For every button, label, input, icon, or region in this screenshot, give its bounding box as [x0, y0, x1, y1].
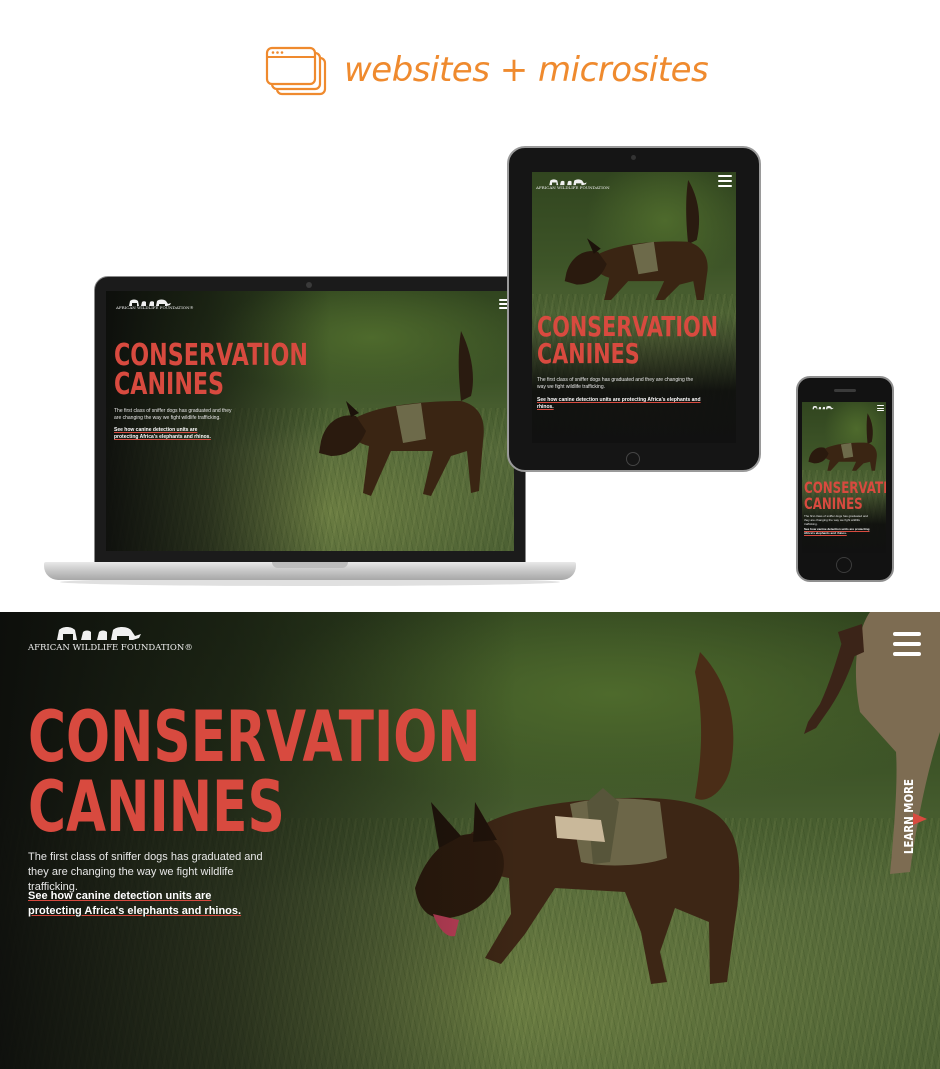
section-title: websites + microsites	[344, 50, 709, 90]
elephant-family-icon	[57, 627, 141, 640]
tablet-screen: AFRICAN WILDLIFE FOUNDATION CONSERVATION…	[532, 172, 736, 443]
headline-line1: CONSERVATION	[537, 310, 719, 343]
headline-line2: CANINES	[804, 493, 863, 513]
hero-description: The first class of sniffer dogs has grad…	[537, 377, 694, 390]
brand-name: AFRICAN WILDLIFE FOUNDATION	[116, 305, 190, 310]
laptop-screen: AFRICAN WILDLIFE FOUNDATION® CONSERVATIO…	[106, 291, 514, 551]
tablet-home-button	[626, 452, 640, 466]
hero-description: The first class of sniffer dogs has grad…	[804, 514, 868, 526]
registered-mark: ®	[184, 643, 193, 653]
hero-link[interactable]: See how canine detection units are prote…	[804, 527, 870, 535]
headline-line2: CANINES	[28, 766, 285, 848]
headline-line1: CONSERVATION	[114, 338, 308, 373]
hamburger-menu-icon[interactable]	[877, 405, 884, 411]
headline-line1: CONSERVATION	[28, 696, 481, 778]
brand-name: AFRICAN WILDLIFE FOUNDATION	[536, 185, 610, 190]
browser-windows-icon	[265, 46, 327, 96]
headline-line2: CANINES	[537, 337, 640, 371]
hamburger-menu-icon[interactable]	[718, 175, 732, 187]
dog-image	[319, 331, 484, 496]
arrow-down-icon[interactable]	[913, 813, 927, 825]
hero-link[interactable]: See how canine detection units are prote…	[28, 889, 258, 919]
hero-section: AFRICAN WILDLIFE FOUNDATION® CONSERVATIO…	[0, 612, 940, 1069]
elephant-family-icon	[812, 406, 834, 410]
hamburger-menu-icon[interactable]	[893, 632, 921, 656]
registered-mark: ®	[189, 305, 194, 310]
phone-screen: CONSERVATION CANINES The first class of …	[802, 402, 886, 553]
dog-image	[564, 180, 708, 300]
hero-link[interactable]: See how canine detection units are prote…	[537, 397, 703, 411]
phone-home-button	[836, 557, 852, 573]
laptop-camera	[306, 282, 312, 288]
hero-description: The first class of sniffer dogs has grad…	[114, 408, 232, 421]
dog-image	[808, 413, 877, 471]
hero-link[interactable]: See how canine detection units are prote…	[114, 427, 218, 441]
headline-line2: CANINES	[114, 367, 225, 403]
handler-image	[804, 612, 940, 874]
brand-name: AFRICAN WILDLIFE FOUNDATION	[28, 643, 185, 653]
